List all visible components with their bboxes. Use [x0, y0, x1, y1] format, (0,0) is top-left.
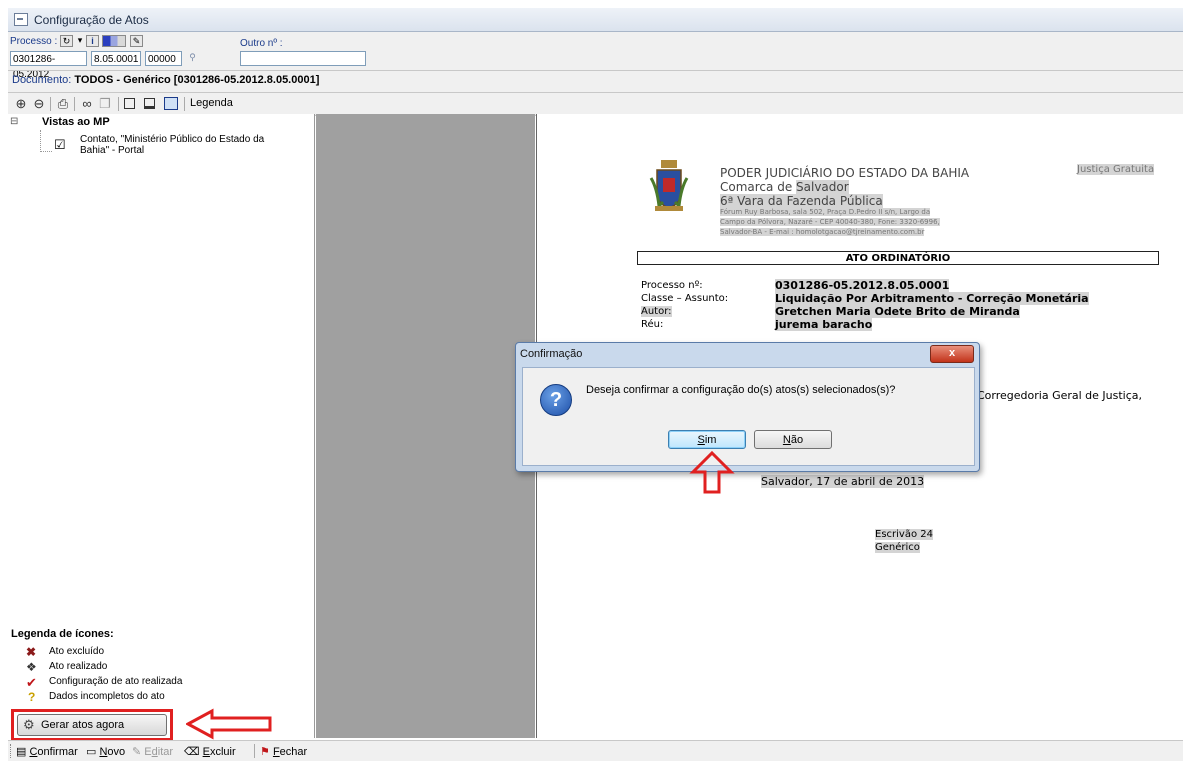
coat-of-arms-logo: [649, 160, 689, 211]
refresh-icon[interactable]: ↻: [60, 35, 73, 47]
doc-label-autor: Autor:: [641, 306, 672, 317]
color-legend-icon[interactable]: [102, 35, 126, 47]
tag-icon[interactable]: ✎: [130, 35, 143, 47]
dropdown-arrow-icon[interactable]: ▾: [76, 35, 84, 47]
acts-tree-panel: ⊟ Vistas ao MP ☑ Contato, "Ministério Pú…: [8, 114, 315, 741]
dialog-message: Deseja confirmar a configuração do(s) at…: [586, 384, 896, 396]
zoom-in-icon[interactable]: ⊕: [13, 96, 29, 112]
new-button[interactable]: ▭ Novo: [86, 745, 125, 758]
save-icon: ▤: [16, 746, 27, 758]
no-button[interactable]: Não: [754, 430, 832, 449]
doc-address-line1: Fórum Ruy Barbosa, sala 502, Praça D.Ped…: [720, 208, 931, 216]
delete-icon: ⌫: [184, 746, 200, 758]
legend-label: Configuração de ato realizada: [49, 676, 183, 687]
process-seq-input[interactable]: 00000: [145, 51, 182, 66]
bottom-toolbar: ▤ Confirmar ▭ Novo ✎ Editar ⌫ Excluir ⚑ …: [8, 740, 1183, 761]
done-icon: ❖: [26, 660, 37, 674]
doc-ato-title-box: ATO ORDINATÓRIO: [637, 251, 1159, 265]
doc-header-vara: 6ª Vara da Fazenda Pública: [720, 194, 883, 208]
single-page-icon[interactable]: [124, 98, 135, 109]
dialog-close-button[interactable]: x: [930, 345, 974, 363]
process-origin-input[interactable]: 8.05.0001: [91, 51, 141, 66]
view-toolbar: ⊕ ⊖ ⎙ ∞ ❐ Legenda: [8, 92, 1183, 116]
document-line: Documento: TODOS - Genérico [0301286-05.…: [8, 70, 1183, 90]
question-icon: ?: [28, 690, 36, 704]
check-icon: ✔: [26, 675, 37, 690]
window-title-bar: Configuração de Atos: [8, 8, 1183, 32]
doc-ato-title: ATO ORDINATÓRIO: [845, 253, 951, 264]
doc-value-processo: 0301286-05.2012.8.05.0001: [775, 279, 950, 292]
tree-item-checkbox[interactable]: ☑: [54, 137, 66, 153]
search-icon[interactable]: ⚲: [186, 52, 199, 64]
full-page-icon[interactable]: [164, 97, 178, 110]
annotation-arrow-up: [689, 450, 735, 494]
doc-value-autor: Gretchen Maria Odete Brito de Miranda: [775, 305, 1020, 318]
legend-label: Dados incompletos do ato: [49, 691, 165, 702]
tree-collapse-icon[interactable]: ⊟: [10, 116, 18, 127]
outro-number-input[interactable]: [240, 51, 366, 66]
window-icon: [14, 13, 28, 26]
doc-value-classe: Liquidação Por Arbitramento - Correção M…: [775, 292, 1089, 305]
tree-item-label-line2[interactable]: Bahia" - Portal: [80, 145, 144, 156]
legend-label: Ato realizado: [49, 661, 108, 672]
generate-acts-label: Gerar atos agora: [41, 719, 125, 731]
confirm-button[interactable]: ▤ Confirmar: [16, 745, 78, 758]
excluded-icon: ✖: [26, 645, 37, 659]
yes-button[interactable]: Sim: [668, 430, 746, 449]
doc-header-court: PODER JUDICIÁRIO DO ESTADO DA BAHIA: [720, 166, 970, 180]
doc-header-comarca: Comarca de Salvador: [720, 180, 849, 194]
question-icon: ?: [540, 384, 572, 416]
close-button[interactable]: ⚑ Fechar: [260, 745, 307, 758]
flag-icon: ⚑: [260, 746, 270, 758]
gears-icon: ⚙: [23, 717, 35, 732]
doc-date: Salvador, 17 de abril de 2013: [761, 475, 925, 488]
confirm-dialog: Confirmação x ? Deseja confirmar a confi…: [515, 342, 980, 472]
doc-signature-line2: Genérico: [875, 542, 920, 553]
doc-address-line3: Salvador-BA - E-mai : homolotgacao@tjrei…: [720, 228, 925, 236]
generate-acts-button[interactable]: ⚙ Gerar atos agora: [17, 714, 167, 736]
doc-partial-text: Corregedoria Geral de Justiça,: [977, 389, 1143, 402]
edit-button[interactable]: ✎ Editar: [132, 745, 173, 758]
delete-button[interactable]: ⌫ Excluir: [184, 745, 236, 758]
annotation-arrow-left: [186, 708, 272, 740]
legend-item: ✖ Ato excluído: [26, 645, 286, 659]
doc-address-line2: Campo da Pólvora, Nazaré - CEP 40040-380…: [720, 218, 940, 226]
dialog-body: ? Deseja confirmar a configuração do(s) …: [522, 367, 975, 466]
dialog-title: Confirmação: [520, 348, 583, 360]
process-label: Processo :: [10, 36, 58, 47]
legend-title: Legenda de ícones:: [11, 628, 114, 640]
legend-item: ✔ Configuração de ato realizada: [26, 675, 286, 690]
process-area: Processo : ↻ ▾ i ✎ Outro nº : 0301286-05…: [8, 32, 1183, 92]
document-value: TODOS - Genérico [0301286-05.2012.8.05.0…: [74, 74, 320, 86]
outro-label: Outro nº :: [240, 38, 283, 49]
tree-item-label-line1[interactable]: Contato, "Ministério Público do Estado d…: [80, 134, 264, 145]
doc-value-reu: jurema baracho: [775, 318, 873, 331]
doc-label-reu: Réu:: [641, 319, 664, 330]
window-title: Configuração de Atos: [34, 12, 149, 27]
doc-label-processo: Processo nº:: [641, 280, 703, 291]
copy-icon[interactable]: ❐: [97, 96, 113, 112]
legend-item: ? Dados incompletos do ato: [26, 690, 286, 704]
legend-item: ❖ Ato realizado: [26, 660, 286, 674]
document-label: Documento: TODOS - Genérico [0301286-05.…: [12, 74, 320, 86]
doc-signature-line1: Escrivão 24: [875, 529, 933, 540]
tree-root-label[interactable]: Vistas ao MP: [42, 116, 110, 128]
edit-icon: ✎: [132, 746, 142, 758]
binoculars-icon[interactable]: ∞: [79, 96, 95, 112]
info-icon[interactable]: i: [86, 35, 99, 47]
process-number-input[interactable]: 0301286-05.2012: [10, 51, 87, 80]
preview-background: [316, 114, 535, 738]
print-icon[interactable]: ⎙: [55, 96, 71, 112]
new-icon: ▭: [86, 746, 97, 758]
doc-justica-gratuita: Justiça Gratuita: [1077, 164, 1155, 175]
page-width-icon[interactable]: [144, 98, 155, 109]
doc-label-classe: Classe – Assunto:: [641, 293, 729, 304]
legend-label: Ato excluído: [49, 646, 105, 657]
legenda-button[interactable]: Legenda: [190, 97, 233, 109]
zoom-out-icon[interactable]: ⊖: [31, 96, 47, 112]
